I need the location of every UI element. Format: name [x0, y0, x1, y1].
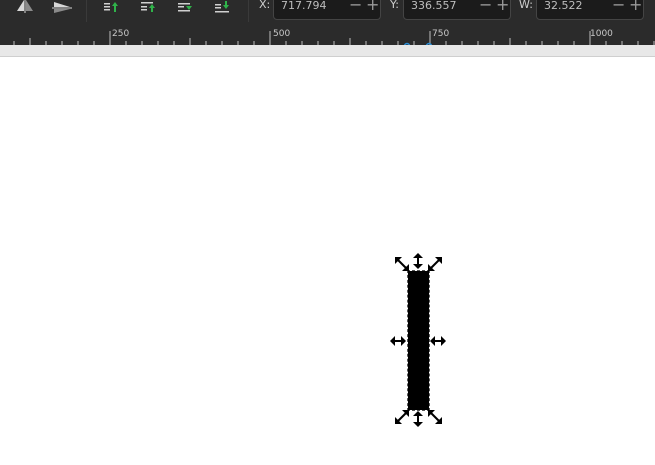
ruler-ticks — [13, 31, 655, 45]
scale-handle-top-right-icon[interactable] — [427, 256, 443, 272]
toolbar-separator — [248, 0, 249, 22]
x-coordinate-field[interactable]: 717.794 − + — [273, 0, 381, 20]
scale-handle-bottom-left-icon[interactable] — [394, 409, 410, 425]
y-decrement-icon[interactable]: − — [479, 0, 492, 13]
scale-handle-bottom-right-icon[interactable] — [427, 409, 443, 425]
horizontal-ruler[interactable]: 250 500 750 1000 — [0, 28, 655, 46]
canvas-top-border — [0, 45, 655, 57]
ruler-label-750: 750 — [432, 29, 450, 39]
y-coordinate-field[interactable]: 336.557 − + — [403, 0, 511, 20]
width-value[interactable]: 32.522 — [544, 0, 583, 12]
x-decrement-icon[interactable]: − — [349, 0, 362, 13]
y-coordinate-value[interactable]: 336.557 — [411, 0, 457, 12]
tool-controls-bar: X: 717.794 − + Y: 336.557 − + W: 32.522 … — [0, 0, 655, 29]
flip-vertical-icon[interactable] — [51, 0, 73, 16]
ruler-selection-indicator-icon — [403, 35, 433, 45]
ruler-label-250: 250 — [112, 29, 130, 39]
width-field[interactable]: 32.522 − + — [536, 0, 644, 20]
x-label: X: — [259, 0, 271, 11]
flip-horizontal-icon[interactable] — [14, 0, 36, 16]
selected-rectangle[interactable] — [407, 270, 430, 411]
ruler-label-500: 500 — [273, 29, 291, 39]
x-increment-icon[interactable]: + — [366, 0, 379, 13]
width-decrement-icon[interactable]: − — [612, 0, 625, 13]
scale-handle-right-icon[interactable] — [430, 333, 446, 347]
scale-handle-top-icon[interactable] — [411, 253, 425, 269]
y-label: Y: — [390, 0, 399, 11]
lower-to-bottom-icon[interactable] — [214, 0, 232, 16]
lower-icon[interactable] — [177, 0, 195, 16]
raise-to-top-icon[interactable] — [103, 0, 121, 16]
ruler-label-1000: 1000 — [590, 29, 613, 39]
raise-icon[interactable] — [140, 0, 158, 16]
w-label: W: — [519, 0, 533, 11]
y-increment-icon[interactable]: + — [496, 0, 509, 13]
scale-handle-top-left-icon[interactable] — [394, 256, 410, 272]
drawing-canvas[interactable] — [0, 57, 655, 465]
scale-handle-left-icon[interactable] — [390, 333, 406, 347]
scale-handle-bottom-icon[interactable] — [411, 411, 425, 427]
x-coordinate-value[interactable]: 717.794 — [281, 0, 327, 12]
width-increment-icon[interactable]: + — [629, 0, 642, 13]
toolbar-separator — [86, 0, 87, 22]
